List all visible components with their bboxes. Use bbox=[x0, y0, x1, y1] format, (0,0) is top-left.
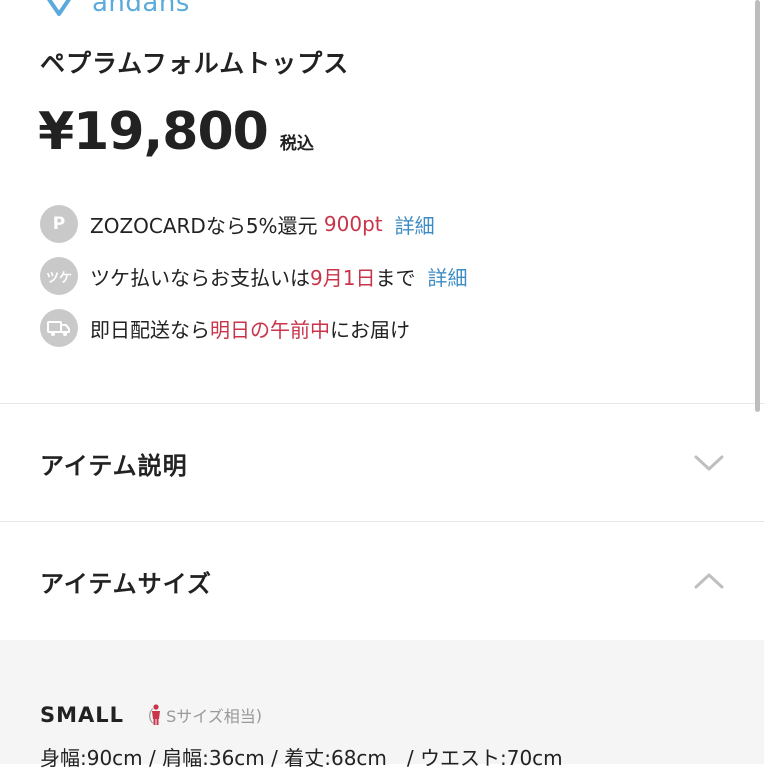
tsuke-detail-link[interactable]: 詳細 bbox=[427, 262, 467, 291]
points-text: ZOZOCARDなら5%還元 bbox=[90, 213, 324, 238]
tax-label: 税込 bbox=[279, 134, 314, 154]
item-size-toggle[interactable]: アイテムサイズ bbox=[0, 522, 764, 640]
size-name: SMALL bbox=[40, 703, 125, 727]
item-description-title: アイテム説明 bbox=[40, 451, 188, 480]
delivery-text-after: にお届け bbox=[330, 317, 410, 342]
chevron-up-icon bbox=[694, 573, 724, 589]
paren-close: ) bbox=[255, 705, 262, 725]
price-row: ¥19,800 税込 bbox=[38, 102, 314, 162]
size-equivalent-text: Sサイズ相当 bbox=[166, 707, 256, 726]
tsuke-icon: ツケ bbox=[40, 257, 78, 295]
points-row: P ZOZOCARDなら5%還元 900pt 詳細 bbox=[40, 205, 435, 243]
price: ¥19,800 bbox=[38, 102, 269, 162]
delivery-time: 明日の午前中 bbox=[210, 317, 330, 342]
heart-outline-icon bbox=[47, 0, 71, 16]
points-icon: P bbox=[40, 205, 78, 243]
points-detail-link[interactable]: 詳細 bbox=[395, 210, 435, 239]
tsuke-text-after: まで bbox=[375, 265, 416, 290]
size-measurements: 身幅:90cm / 肩幅:36cm / 着丈:68cm / ウエスト:70cm bbox=[40, 746, 563, 770]
truck-icon bbox=[40, 309, 78, 347]
item-description-toggle[interactable]: アイテム説明 bbox=[0, 404, 764, 522]
item-size-title: アイテムサイズ bbox=[40, 569, 212, 598]
size-label: SMALL （ Sサイズ相当 ) bbox=[40, 703, 262, 727]
person-icon bbox=[152, 704, 161, 725]
points-amount: 900pt bbox=[323, 212, 383, 236]
tsuke-date: 9月1日 bbox=[310, 265, 376, 290]
tsuke-text: ツケ払いならお支払いは bbox=[90, 265, 310, 290]
delivery-text: 即日配送なら bbox=[90, 317, 210, 342]
size-equivalent: （ Sサイズ相当 ) bbox=[138, 703, 262, 727]
product-title: ペプラムフォルムトップス bbox=[40, 49, 350, 78]
tsuke-row: ツケ ツケ払いならお支払いは 9月1日 まで 詳細 bbox=[40, 257, 467, 295]
chevron-down-icon bbox=[694, 455, 724, 471]
brand-name[interactable]: andans bbox=[92, 0, 190, 18]
brand-link[interactable]: andans bbox=[40, 0, 190, 20]
delivery-row: 即日配送なら 明日の午前中 にお届け bbox=[40, 309, 410, 347]
scrollbar[interactable] bbox=[755, 0, 760, 412]
